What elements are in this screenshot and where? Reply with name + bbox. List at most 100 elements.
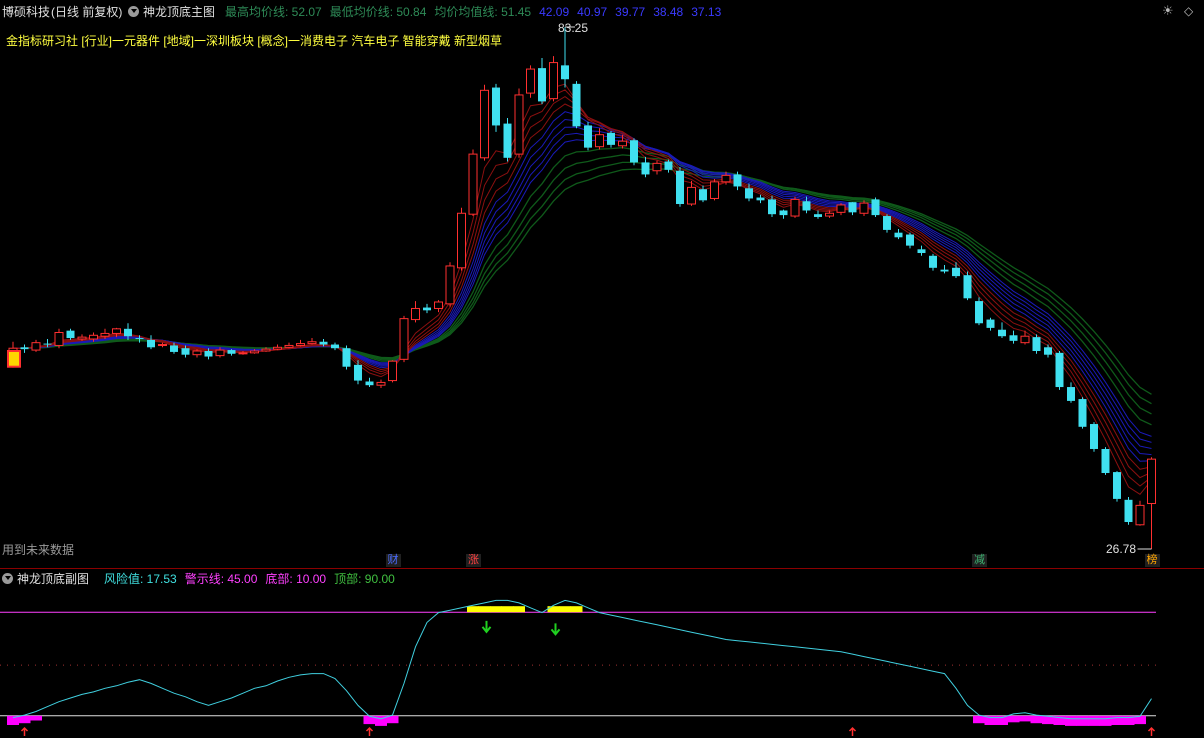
- candle-body: [503, 123, 512, 158]
- sub-indicator-name[interactable]: 神龙顶底副图: [17, 572, 89, 586]
- top-signal-bar: [501, 606, 514, 613]
- candle: [31, 339, 41, 352]
- candle: [894, 228, 903, 240]
- candle-body: [112, 328, 121, 334]
- candle: [331, 342, 339, 351]
- bottom-signal-bar: [1065, 715, 1077, 726]
- candle: [906, 232, 914, 249]
- buy-arrow-icon: [848, 726, 857, 736]
- candle-body: [652, 162, 662, 172]
- candle: [998, 322, 1006, 339]
- candle: [376, 379, 386, 388]
- candle-body: [261, 348, 271, 352]
- candle-body: [756, 197, 765, 201]
- candle: [227, 349, 236, 356]
- candle: [929, 253, 937, 271]
- candle: [526, 65, 535, 98]
- candle-body: [170, 345, 178, 352]
- candle-body: [273, 346, 282, 350]
- event-marker[interactable]: 涨: [466, 554, 481, 567]
- candle-body: [54, 332, 64, 346]
- candle: [1113, 471, 1121, 502]
- buy-arrow-icon: [1147, 726, 1156, 736]
- main-candlestick-chart[interactable]: [0, 16, 1204, 568]
- candle-body: [135, 338, 144, 340]
- top-signal-bar: [559, 606, 571, 613]
- candle-body: [906, 234, 914, 246]
- candle-body: [883, 216, 891, 230]
- candle: [975, 297, 983, 326]
- bottom-signal-bar: [973, 715, 985, 724]
- panel-divider[interactable]: [0, 568, 1204, 569]
- top-signal-bar: [513, 606, 525, 613]
- candle-body: [514, 94, 524, 155]
- candle-body: [1101, 448, 1110, 474]
- candle-body: [124, 328, 132, 337]
- candle-body: [664, 161, 673, 170]
- candle: [1124, 497, 1133, 525]
- candle: [457, 207, 466, 271]
- sub-label-item: 警示线: 45.00: [184, 572, 258, 586]
- candle-body: [745, 188, 753, 199]
- candle-body: [77, 336, 87, 340]
- candle: [342, 345, 351, 370]
- candle: [468, 149, 478, 217]
- sub-indicator-menu-icon[interactable]: [2, 572, 13, 586]
- candle: [1020, 330, 1030, 345]
- candle-body: [538, 68, 546, 102]
- sub-label-item: 底部: 10.00: [265, 572, 327, 586]
- candle-body: [733, 174, 742, 187]
- candle-body: [584, 125, 592, 148]
- candle-body: [238, 352, 248, 355]
- candle: [1032, 334, 1041, 354]
- candle: [1135, 500, 1145, 526]
- candle-body: [227, 350, 236, 354]
- candle: [1078, 397, 1087, 429]
- high-price-label: 83.25: [558, 21, 589, 35]
- candle-body: [319, 341, 328, 345]
- candle: [284, 342, 294, 349]
- candle-body: [699, 189, 707, 201]
- candle-body: [607, 132, 615, 145]
- candle-body: [158, 344, 167, 347]
- bottom-signal-bar: [1030, 715, 1043, 724]
- candle-body: [871, 199, 880, 216]
- candle-body: [296, 343, 305, 346]
- candle-body: [492, 87, 500, 126]
- candle-body: [411, 307, 420, 321]
- candle-body: [814, 214, 822, 217]
- candle-body: [1055, 352, 1064, 388]
- sell-arrow-icon: [550, 623, 561, 636]
- candle: [710, 179, 719, 201]
- candle-body: [20, 347, 29, 350]
- candle: [411, 301, 420, 323]
- candle-body: [1032, 337, 1041, 351]
- candle-body: [963, 275, 972, 299]
- sub-label-item: 风险值: 17.53: [104, 572, 177, 586]
- slow-ma-line: [12, 168, 1152, 395]
- candle-body: [917, 249, 926, 254]
- candle-body: [721, 174, 731, 183]
- candle: [1067, 382, 1075, 403]
- candle: [814, 210, 822, 219]
- candle: [365, 377, 374, 388]
- candle: [733, 171, 742, 191]
- event-marker[interactable]: 财: [385, 554, 401, 567]
- candle: [790, 196, 800, 218]
- bottom-signal-bar: [1088, 715, 1100, 726]
- candle-body: [31, 342, 41, 351]
- candle: [607, 130, 615, 148]
- event-marker[interactable]: 榜: [1144, 554, 1160, 567]
- candle: [848, 202, 857, 216]
- candle-body: [307, 341, 317, 345]
- candle: [514, 88, 524, 158]
- candle-body: [181, 348, 190, 355]
- candle-body: [376, 381, 386, 386]
- mid-ma-line: [12, 111, 1152, 462]
- risk-line-chart[interactable]: [0, 586, 1204, 738]
- candle-body: [676, 170, 684, 205]
- candle-body: [549, 62, 558, 100]
- candle-body: [434, 301, 443, 309]
- candle-body: [1044, 347, 1052, 355]
- event-marker[interactable]: 减: [972, 554, 987, 567]
